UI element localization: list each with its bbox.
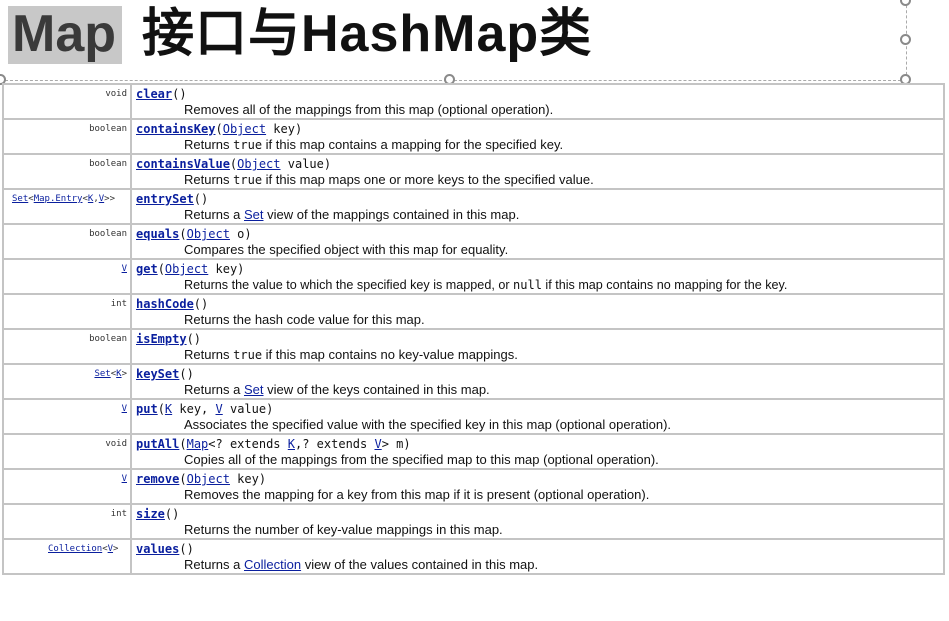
- return-type: Set<K>: [2, 363, 132, 400]
- type-link-map-entry[interactable]: Map.Entry: [34, 194, 83, 204]
- method-link-entryset[interactable]: entrySet: [136, 192, 194, 206]
- table-row: boolean isEmpty() Returns true if this m…: [2, 328, 945, 365]
- method-link-clear[interactable]: clear: [136, 87, 172, 101]
- return-type: Collection<V>: [2, 538, 132, 575]
- return-type: int: [2, 503, 132, 540]
- method-description: Returns a Set view of the mappings conta…: [184, 207, 520, 222]
- method-link-equals[interactable]: equals: [136, 227, 179, 241]
- method-description: Removes the mapping for a key from this …: [184, 487, 650, 502]
- table-row: int size() Returns the number of key-val…: [2, 503, 945, 540]
- return-type: void: [2, 83, 132, 120]
- method-cell: keySet() Returns a Set view of the keys …: [130, 363, 945, 400]
- method-description: Returns the hash code value for this map…: [184, 312, 425, 327]
- return-type: boolean: [2, 223, 132, 260]
- return-type: V: [2, 398, 132, 435]
- type-link-k[interactable]: K: [288, 437, 295, 451]
- table-row: boolean equals(Object o) Compares the sp…: [2, 223, 945, 260]
- method-cell: size() Returns the number of key-value m…: [130, 503, 945, 540]
- resize-handle-right[interactable]: [900, 34, 911, 45]
- type-link-map[interactable]: Map: [187, 437, 209, 451]
- return-type: boolean: [2, 153, 132, 190]
- type-link-v[interactable]: V: [216, 402, 223, 416]
- type-link-object[interactable]: Object: [165, 262, 208, 276]
- method-link-keyset[interactable]: keySet: [136, 367, 179, 381]
- method-description: Compares the specified object with this …: [184, 242, 509, 257]
- table-row: V get(Object key) Returns the value to w…: [2, 258, 945, 295]
- type-link-set[interactable]: Set: [244, 382, 264, 397]
- return-type: boolean: [2, 328, 132, 365]
- method-link-containsvalue[interactable]: containsValue: [136, 157, 230, 171]
- method-description: Removes all of the mappings from this ma…: [184, 102, 554, 117]
- method-summary-table: void clear() Removes all of the mappings…: [2, 83, 945, 575]
- method-link-isempty[interactable]: isEmpty: [136, 332, 187, 346]
- table-row: boolean containsKey(Object key) Returns …: [2, 118, 945, 155]
- resize-handle-top-right[interactable]: [900, 0, 911, 6]
- method-link-values[interactable]: values: [136, 542, 179, 556]
- return-type: int: [2, 293, 132, 330]
- type-link-object[interactable]: Object: [187, 472, 230, 486]
- method-link-put[interactable]: put: [136, 402, 158, 416]
- method-cell: hashCode() Returns the hash code value f…: [130, 293, 945, 330]
- type-link-object[interactable]: Object: [237, 157, 280, 171]
- page-title: 接口与HashMap类: [142, 5, 593, 63]
- method-link-remove[interactable]: remove: [136, 472, 179, 486]
- method-cell: containsValue(Object value) Returns true…: [130, 153, 945, 190]
- return-type: boolean: [2, 118, 132, 155]
- method-cell: remove(Object key) Removes the mapping f…: [130, 468, 945, 505]
- type-link-set[interactable]: Set: [12, 194, 28, 204]
- method-link-size[interactable]: size: [136, 507, 165, 521]
- method-description: Returns the number of key-value mappings…: [184, 522, 503, 537]
- method-description: Returns true if this map contains a mapp…: [184, 137, 564, 152]
- method-cell: clear() Removes all of the mappings from…: [130, 83, 945, 120]
- table-row: Set<K> keySet() Returns a Set view of th…: [2, 363, 945, 400]
- type-link-v[interactable]: V: [374, 437, 381, 451]
- method-cell: isEmpty() Returns true if this map conta…: [130, 328, 945, 365]
- method-cell: containsKey(Object key) Returns true if …: [130, 118, 945, 155]
- type-link-collection[interactable]: Collection: [244, 557, 301, 572]
- table-row: boolean containsValue(Object value) Retu…: [2, 153, 945, 190]
- type-link-object[interactable]: Object: [223, 122, 266, 136]
- table-row: V put(K key, V value) Associates the spe…: [2, 398, 945, 435]
- type-link-set[interactable]: Set: [244, 207, 264, 222]
- table-row: int hashCode() Returns the hash code val…: [2, 293, 945, 330]
- method-cell: values() Returns a Collection view of th…: [130, 538, 945, 575]
- type-link-set[interactable]: Set: [94, 369, 110, 379]
- method-description: Returns true if this map contains no key…: [184, 347, 518, 362]
- method-cell: putAll(Map<? extends K,? extends V> m) C…: [130, 433, 945, 470]
- method-description: Returns true if this map maps one or mor…: [184, 172, 594, 187]
- method-description: Returns the value to which the specified…: [184, 278, 788, 292]
- table-row: Collection<V> values() Returns a Collect…: [2, 538, 945, 575]
- type-link-object[interactable]: Object: [187, 227, 230, 241]
- method-description: Returns a Collection view of the values …: [184, 557, 539, 572]
- table-row: Set<Map.Entry<K,V>> entrySet() Returns a…: [2, 188, 945, 225]
- method-cell: get(Object key) Returns the value to whi…: [130, 258, 945, 295]
- method-link-putall[interactable]: putAll: [136, 437, 179, 451]
- return-type: V: [2, 258, 132, 295]
- type-link-v[interactable]: V: [122, 474, 127, 484]
- return-type: V: [2, 468, 132, 505]
- type-link-v[interactable]: V: [122, 404, 127, 414]
- return-type: Set<Map.Entry<K,V>>: [2, 188, 132, 225]
- method-link-containskey[interactable]: containsKey: [136, 122, 215, 136]
- title-prefix-highlight: Map: [8, 6, 122, 64]
- method-cell: entrySet() Returns a Set view of the map…: [130, 188, 945, 225]
- return-type: void: [2, 433, 132, 470]
- method-description: Copies all of the mappings from the spec…: [184, 452, 659, 467]
- table-row: void putAll(Map<? extends K,? extends V>…: [2, 433, 945, 470]
- method-cell: put(K key, V value) Associates the speci…: [130, 398, 945, 435]
- method-link-get[interactable]: get: [136, 262, 158, 276]
- table-row: V remove(Object key) Removes the mapping…: [2, 468, 945, 505]
- method-link-hashcode[interactable]: hashCode: [136, 297, 194, 311]
- method-cell: equals(Object o) Compares the specified …: [130, 223, 945, 260]
- table-row: void clear() Removes all of the mappings…: [2, 83, 945, 120]
- method-description: Returns a Set view of the keys contained…: [184, 382, 490, 397]
- type-link-collection[interactable]: Collection: [48, 544, 102, 554]
- method-description: Associates the specified value with the …: [184, 417, 672, 432]
- type-link-v[interactable]: V: [122, 264, 127, 274]
